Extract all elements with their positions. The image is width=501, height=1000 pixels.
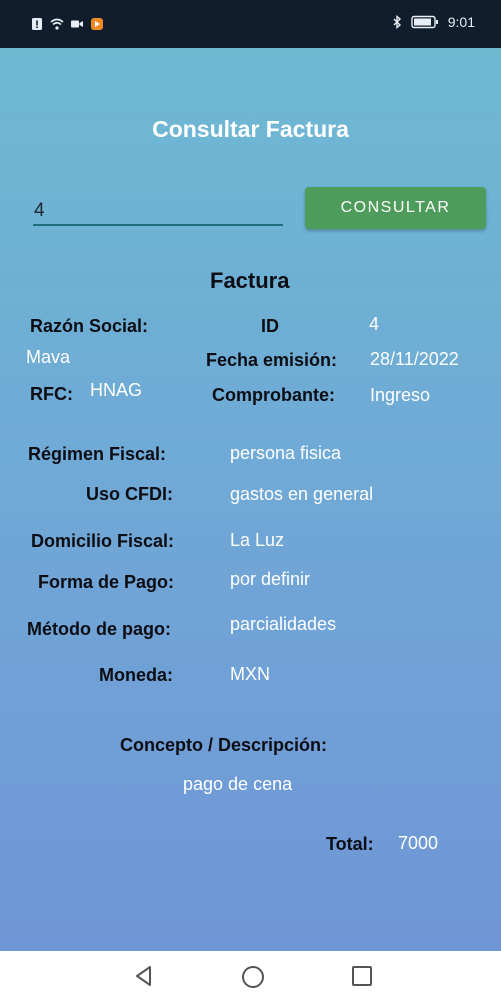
id-label: ID (261, 316, 279, 336)
bluetooth-icon (393, 15, 401, 29)
total-value: 7000 (398, 833, 439, 853)
consult-button[interactable]: CONSULTAR (305, 187, 486, 229)
sim-alert-icon (32, 18, 42, 30)
status-left-icons (30, 17, 104, 31)
domicilio-fiscal-label: Domicilio Fiscal: (31, 531, 175, 551)
status-right-icons: 9:01 (392, 14, 475, 30)
metodo-pago-value: parcialidades (230, 614, 337, 634)
battery-icon (411, 15, 438, 29)
invoice-id-input[interactable] (33, 198, 283, 226)
regimen-fiscal-value: persona fisica (230, 443, 342, 463)
forma-pago-label: Forma de Pago: (38, 572, 175, 592)
status-time: 9:01 (447, 14, 475, 30)
fecha-emision-label: Fecha emisión: (206, 350, 338, 370)
moneda-value: MXN (230, 664, 270, 684)
id-value: 4 (369, 314, 380, 334)
razon-social-label: Razón Social: (30, 316, 149, 336)
metodo-pago-label: Método de pago: (27, 619, 171, 639)
uso-cfdi-value: gastos en general (230, 484, 374, 504)
domicilio-fiscal-value: La Luz (230, 530, 285, 550)
invoice-heading: Factura (210, 268, 290, 293)
uso-cfdi-label: Uso CFDI: (86, 484, 173, 504)
comprobante-value: Ingreso (370, 385, 431, 405)
status-bar: 9:01 (0, 0, 501, 48)
fecha-emision-value: 28/11/2022 (370, 349, 459, 369)
concepto-value: pago de cena (183, 774, 293, 794)
razon-social-value: Mava (26, 347, 71, 367)
comprobante-label: Comprobante: (212, 385, 335, 405)
video-icon (71, 20, 83, 28)
rfc-value: HNAG (90, 380, 143, 400)
recents-icon[interactable] (351, 965, 373, 987)
forma-pago-value: por definir (230, 569, 311, 589)
app-screen: Consultar Factura CONSULTAR Factura Razó… (0, 48, 501, 951)
regimen-fiscal-label: Régimen Fiscal: (28, 444, 167, 464)
concepto-label: Concepto / Descripción: (120, 735, 328, 755)
total-label: Total: (326, 834, 374, 854)
navigation-bar (0, 951, 501, 1000)
rfc-label: RFC: (30, 384, 73, 404)
app-notification-icon (91, 18, 103, 30)
page-title: Consultar Factura (152, 116, 349, 142)
home-icon[interactable] (241, 965, 265, 989)
back-icon[interactable] (134, 965, 154, 987)
wifi-icon (50, 18, 64, 30)
moneda-label: Moneda: (99, 665, 173, 685)
